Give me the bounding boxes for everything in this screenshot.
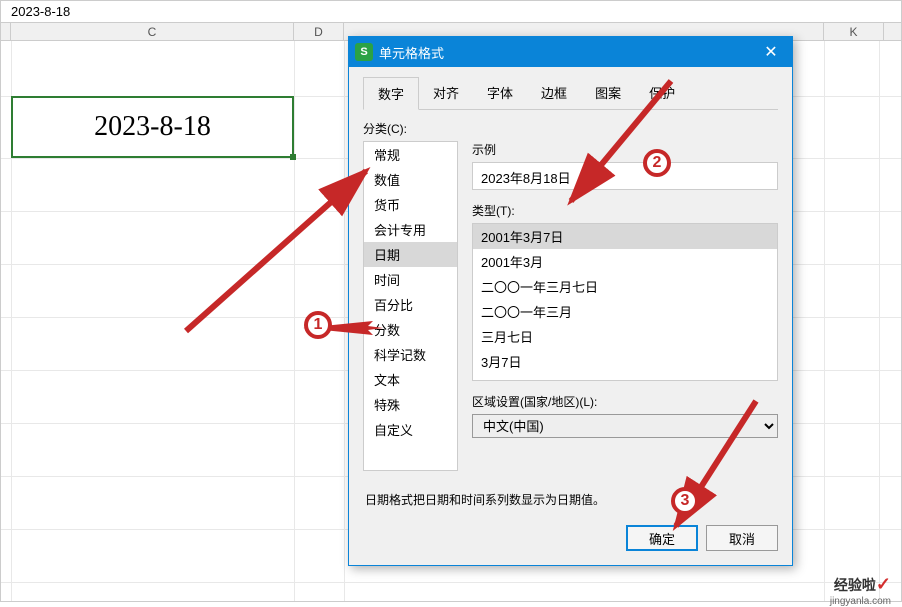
close-icon[interactable]: ✕ bbox=[756, 37, 786, 67]
category-time[interactable]: 时间 bbox=[364, 267, 457, 292]
grid-line bbox=[824, 41, 825, 601]
category-scientific[interactable]: 科学记数 bbox=[364, 342, 457, 367]
formula-input[interactable]: 2023-8-18 bbox=[5, 4, 897, 19]
type-item[interactable]: 二〇〇一年三月七日 bbox=[473, 274, 777, 299]
grid-line bbox=[879, 41, 880, 601]
annotation-marker-1: 1 bbox=[304, 311, 332, 339]
category-special[interactable]: 特殊 bbox=[364, 392, 457, 417]
type-item[interactable]: 三月七日 bbox=[473, 324, 777, 349]
category-accounting[interactable]: 会计专用 bbox=[364, 217, 457, 242]
col-header-c[interactable]: C bbox=[11, 23, 294, 40]
annotation-arrow-3 bbox=[666, 396, 766, 536]
formula-bar: 2023-8-18 bbox=[1, 1, 901, 23]
annotation-arrow-2 bbox=[561, 71, 681, 211]
annotation-arrow-1 bbox=[176, 161, 376, 341]
category-percentage[interactable]: 百分比 bbox=[364, 292, 457, 317]
active-cell[interactable]: 2023-8-18 bbox=[11, 96, 294, 158]
category-custom[interactable]: 自定义 bbox=[364, 417, 457, 442]
category-general[interactable]: 常规 bbox=[364, 142, 457, 167]
annotation-marker-2: 2 bbox=[643, 149, 671, 177]
tab-font[interactable]: 字体 bbox=[473, 77, 527, 109]
category-number[interactable]: 数值 bbox=[364, 167, 457, 192]
row-header-spacer bbox=[1, 23, 11, 40]
col-header-d[interactable]: D bbox=[294, 23, 344, 40]
category-list[interactable]: 常规 数值 货币 会计专用 日期 时间 百分比 分数 科学记数 文本 特殊 自定… bbox=[363, 141, 458, 471]
type-item[interactable]: 2001年3月 bbox=[473, 249, 777, 274]
type-item[interactable]: 二〇〇一年三月 bbox=[473, 299, 777, 324]
grid-line bbox=[1, 582, 901, 583]
tab-number[interactable]: 数字 bbox=[363, 77, 419, 110]
watermark: 经验啦✓ bbox=[834, 574, 891, 595]
category-text[interactable]: 文本 bbox=[364, 367, 457, 392]
type-item[interactable]: 星期三 bbox=[473, 374, 777, 381]
cell-value: 2023-8-18 bbox=[94, 111, 211, 143]
type-item[interactable]: 3月7日 bbox=[473, 349, 777, 374]
app-icon: S bbox=[355, 43, 373, 61]
category-date[interactable]: 日期 bbox=[364, 242, 457, 267]
annotation-marker-3: 3 bbox=[671, 487, 699, 515]
category-currency[interactable]: 货币 bbox=[364, 192, 457, 217]
tab-align[interactable]: 对齐 bbox=[419, 77, 473, 109]
type-item[interactable]: 2001年3月7日 bbox=[473, 224, 777, 249]
dialog-titlebar[interactable]: S 单元格格式 ✕ bbox=[349, 37, 792, 67]
type-list[interactable]: 2001年3月7日 2001年3月 二〇〇一年三月七日 二〇〇一年三月 三月七日… bbox=[472, 223, 778, 381]
dialog-title: 单元格格式 bbox=[379, 43, 756, 62]
col-header-k[interactable]: K bbox=[824, 23, 884, 40]
